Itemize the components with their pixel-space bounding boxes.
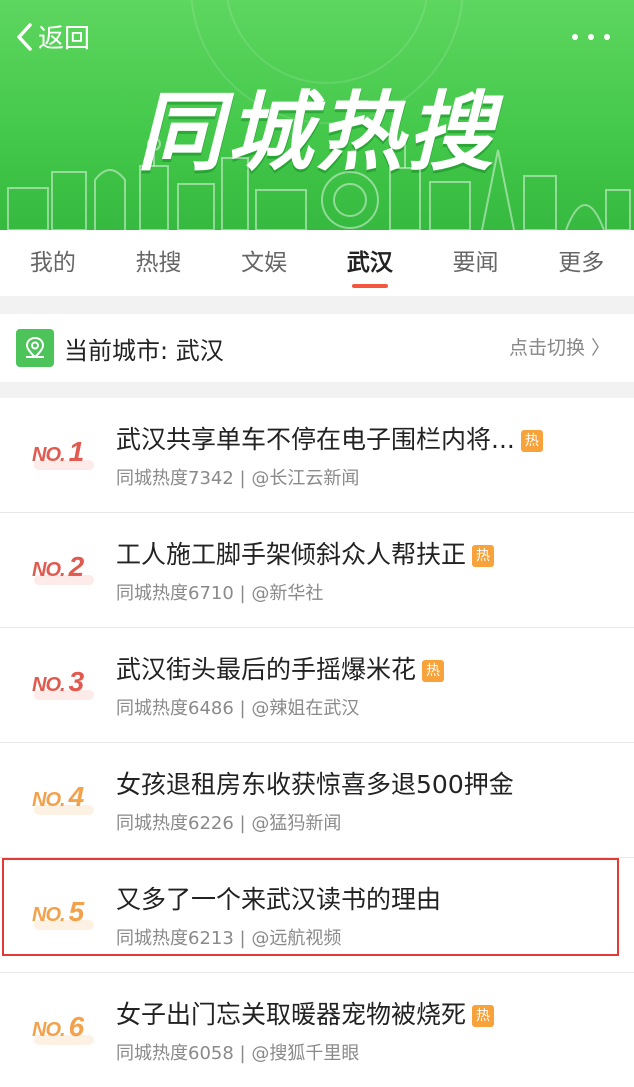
tab-hot-search[interactable]: 热搜 [106, 230, 212, 296]
item-title: 工人施工脚手架倾斜众人帮扶正热 [116, 535, 495, 571]
rank-swoosh-decor [34, 460, 94, 470]
item-title-text: 工人施工脚手架倾斜众人帮扶正 [116, 540, 467, 569]
item-title: 女子出门忘关取暖器宠物被烧死热 [116, 995, 495, 1031]
rank-swoosh-decor [34, 690, 94, 700]
list-item[interactable]: NO. 3 武汉街头最后的手摇爆米花热 同城热度6486 | @辣姐在武汉 [0, 628, 634, 743]
tab-entertainment[interactable]: 文娱 [211, 230, 317, 296]
hot-badge: 热 [472, 545, 495, 567]
map-location-icon [16, 329, 54, 367]
tab-more[interactable]: 更多 [528, 230, 634, 296]
item-title: 武汉街头最后的手摇爆米花热 [116, 650, 445, 686]
rank-badge: NO. 4 [32, 781, 94, 815]
item-meta: 同城热度6213 | @远航视频 [116, 928, 342, 949]
switch-city-link[interactable]: 点击切换 〉 [509, 314, 610, 382]
dot-icon [572, 34, 578, 40]
rank-badge: NO. 5 [32, 896, 94, 930]
item-meta: 同城热度6486 | @辣姐在武汉 [116, 698, 360, 719]
tab-mine[interactable]: 我的 [0, 230, 106, 296]
rank-swoosh-decor [34, 575, 94, 585]
list-item[interactable]: NO. 1 武汉共享单车不停在电子围栏内将... 热 同城热度7342 | @长江云… [0, 398, 634, 513]
list-item[interactable]: NO. 6 女子出门忘关取暖器宠物被烧死热 同城热度6058 | @搜狐千里眼 [0, 973, 634, 1087]
item-title-text: 女孩退租房东收获惊喜多退500押金 [116, 770, 514, 799]
rank-swoosh-decor [34, 920, 94, 930]
back-label: 返回 [38, 24, 91, 54]
list-item[interactable]: NO. 4 女孩退租房东收获惊喜多退500押金 同城热度6226 | @猛犸新闻 [0, 743, 634, 858]
city-skyline-illustration [7, 130, 631, 230]
category-tabs: 我的 热搜 文娱 武汉 要闻 更多 [0, 230, 634, 296]
item-meta: 同城热度7342 | @长江云新闻 [116, 468, 360, 489]
more-options-button[interactable] [572, 22, 610, 52]
current-city-bar: 当前城市: 武汉 点击切换 〉 [0, 314, 634, 382]
header-banner: 返回 同城热搜 [0, 0, 634, 230]
hot-badge: 热 [520, 430, 543, 452]
dot-icon [604, 34, 610, 40]
current-city-label: 当前城市: 武汉 [64, 336, 224, 365]
tab-news[interactable]: 要闻 [423, 230, 529, 296]
rank-badge: NO. 1 [32, 436, 94, 470]
rank-badge: NO. 2 [32, 551, 94, 585]
rank-swoosh-decor [34, 1035, 94, 1045]
item-title-text: 女子出门忘关取暖器宠物被烧死 [116, 1000, 467, 1029]
hot-search-list: NO. 1 武汉共享单车不停在电子围栏内将... 热 同城热度7342 | @长江云… [0, 398, 634, 1087]
item-title-text: 武汉共享单车不停在电子围栏内将... [116, 425, 515, 454]
tab-wuhan[interactable]: 武汉 [317, 230, 423, 296]
item-meta: 同城热度6058 | @搜狐千里眼 [116, 1043, 360, 1064]
item-title: 武汉共享单车不停在电子围栏内将... 热 [116, 420, 543, 456]
list-item[interactable]: NO. 2 工人施工脚手架倾斜众人帮扶正热 同城热度6710 | @新华社 [0, 513, 634, 628]
list-item[interactable]: NO. 5 又多了一个来武汉读书的理由 同城热度6213 | @远航视频 [0, 858, 634, 973]
item-title-text: 武汉街头最后的手摇爆米花 [116, 655, 417, 684]
rank-badge: NO. 6 [32, 1011, 94, 1045]
hot-badge: 热 [472, 1005, 495, 1027]
item-title: 又多了一个来武汉读书的理由 [116, 880, 441, 916]
back-button[interactable]: 返回 [14, 18, 90, 55]
hot-badge: 热 [422, 660, 445, 682]
dot-icon [588, 34, 594, 40]
item-meta: 同城热度6710 | @新华社 [116, 583, 324, 604]
rank-badge: NO. 3 [32, 666, 94, 700]
item-meta: 同城热度6226 | @猛犸新闻 [116, 813, 342, 834]
chevron-left-icon [17, 22, 32, 51]
item-title: 女孩退租房东收获惊喜多退500押金 [116, 765, 514, 801]
rank-swoosh-decor [34, 805, 94, 815]
item-title-text: 又多了一个来武汉读书的理由 [116, 885, 442, 914]
